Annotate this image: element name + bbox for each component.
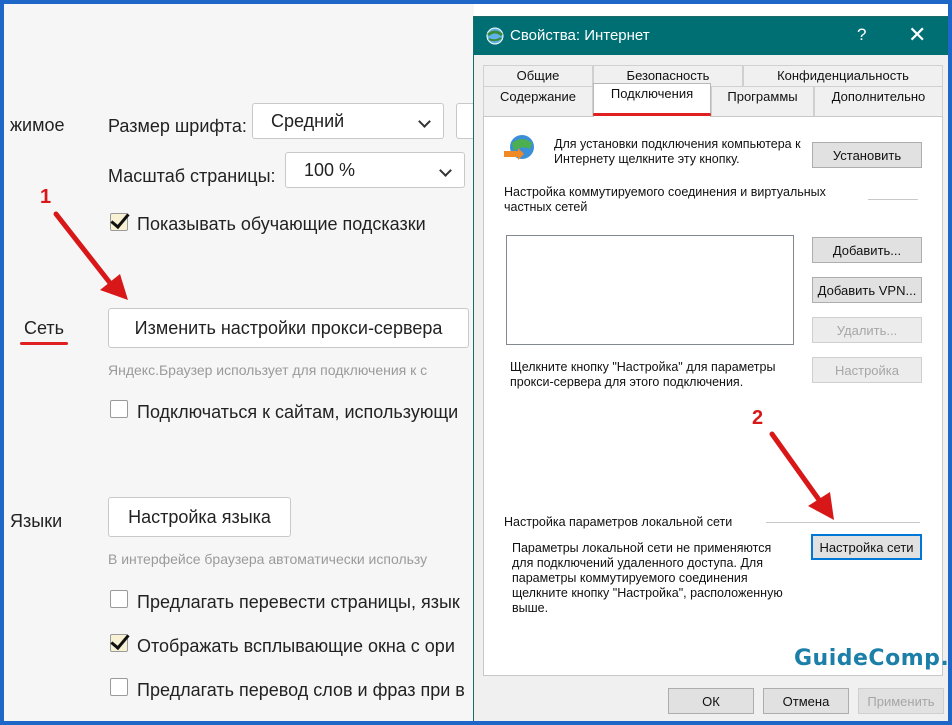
connect-sites-label: Подключаться к сайтам, использующи bbox=[137, 402, 459, 422]
translate-pages-checkbox[interactable] bbox=[110, 590, 128, 608]
tab-advanced[interactable]: Дополнительно bbox=[814, 86, 943, 117]
tab-connections[interactable]: Подключения bbox=[593, 83, 711, 117]
watermark-logo: GuideComp.ru bbox=[794, 646, 950, 671]
remove-button[interactable]: Удалить... bbox=[812, 317, 922, 343]
chevron-down-icon bbox=[439, 164, 452, 177]
connect-sites-checkbox[interactable] bbox=[110, 400, 128, 418]
show-hints-label: Показывать обучающие подсказки bbox=[137, 214, 426, 234]
proxy-settings-button[interactable]: Изменить настройки прокси-сервера bbox=[108, 308, 469, 348]
section-label-partial: жимое bbox=[10, 115, 65, 135]
dialog-titlebar: Свойства: Интернет ? ✕ bbox=[474, 17, 948, 55]
internet-globe-icon bbox=[486, 27, 504, 45]
annotation-arrow-2-icon bbox=[769, 431, 834, 520]
show-popups-label: Отображать всплывающие окна с ори bbox=[137, 636, 455, 656]
tab-content[interactable]: Содержание bbox=[483, 86, 593, 117]
annotation-number-2: 2 bbox=[752, 407, 764, 429]
dialup-separator bbox=[868, 199, 918, 200]
page-zoom-value: 100 % bbox=[304, 160, 356, 180]
add-vpn-button[interactable]: Добавить VPN... bbox=[812, 277, 922, 303]
settings-button[interactable]: Настройка bbox=[812, 357, 922, 383]
languages-section-label: Языки bbox=[10, 511, 63, 531]
network-globe-icon bbox=[504, 135, 534, 160]
language-hint-text: В интерфейсе браузера автоматически испо… bbox=[108, 551, 428, 567]
setup-button[interactable]: Установить bbox=[812, 142, 922, 168]
close-icon[interactable]: ✕ bbox=[908, 22, 926, 48]
proxy-hint-text: Яндекс.Браузер использует для подключени… bbox=[108, 362, 428, 378]
translate-words-checkbox[interactable] bbox=[110, 678, 128, 696]
connections-panel: Для установки подключения компьютера к И… bbox=[483, 116, 943, 676]
font-size-label: Размер шрифта: bbox=[108, 116, 247, 136]
settings-hint-text: Щелкните кнопку "Настройка" для параметр… bbox=[510, 360, 776, 389]
cancel-button[interactable]: Отмена bbox=[763, 688, 849, 714]
tab-privacy[interactable]: Конфиденциальность bbox=[743, 65, 943, 86]
browser-settings-page: жимое Размер шрифта: Средний Масштаб стр… bbox=[4, 4, 486, 721]
lan-header: Настройка параметров локальной сети bbox=[504, 515, 733, 529]
lan-settings-button[interactable]: Настройка сети bbox=[811, 534, 922, 560]
tab-programs[interactable]: Программы bbox=[711, 86, 814, 117]
page-zoom-label: Масштаб страницы: bbox=[108, 166, 276, 186]
setup-connection-text: Для установки подключения компьютера к И… bbox=[554, 137, 801, 166]
help-button[interactable]: ? bbox=[857, 25, 866, 45]
connections-listbox[interactable] bbox=[506, 235, 794, 345]
ok-button[interactable]: ОК bbox=[668, 688, 754, 714]
dialog-title: Свойства: Интернет bbox=[510, 27, 650, 44]
connections-tab-underline bbox=[593, 113, 711, 116]
apply-button[interactable]: Применить bbox=[858, 688, 944, 714]
show-popups-checkbox[interactable] bbox=[110, 634, 128, 652]
tab-general[interactable]: Общие bbox=[483, 65, 593, 86]
dialog-tabs: Общие Безопасность Конфиденциальность Со… bbox=[483, 65, 943, 117]
dialup-header: Настройка коммутируемого соединения и ви… bbox=[504, 185, 826, 214]
translate-pages-label: Предлагать перевести страницы, язык bbox=[137, 592, 460, 612]
network-section-label: Сеть bbox=[24, 318, 65, 338]
internet-properties-dialog: Свойства: Интернет ? ✕ Общие Безопасност… bbox=[473, 16, 948, 721]
font-size-select[interactable]: Средний bbox=[252, 103, 444, 139]
lan-description: Параметры локальной сети не применяются … bbox=[512, 541, 783, 615]
add-button[interactable]: Добавить... bbox=[812, 237, 922, 263]
screenshot-frame: жимое Размер шрифта: Средний Масштаб стр… bbox=[0, 0, 952, 725]
font-size-value: Средний bbox=[271, 111, 345, 131]
language-settings-button[interactable]: Настройка языка bbox=[108, 497, 291, 537]
translate-words-label: Предлагать перевод слов и фраз при в bbox=[137, 680, 465, 700]
annotation-arrow-1-icon bbox=[53, 211, 128, 300]
chevron-down-icon bbox=[418, 115, 431, 128]
page-zoom-select[interactable]: 100 % bbox=[285, 152, 465, 188]
network-underline bbox=[20, 342, 68, 345]
